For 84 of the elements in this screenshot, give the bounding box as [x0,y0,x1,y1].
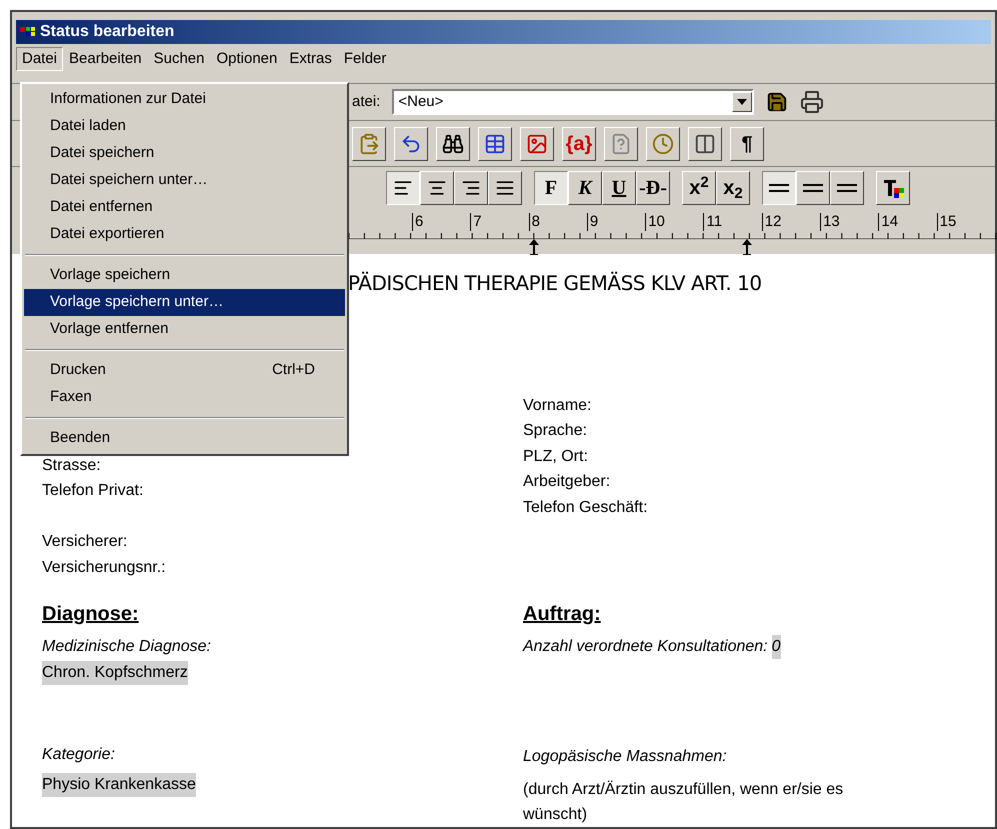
ruler-number: 7 [470,213,529,232]
ruler-number: 14 [878,213,937,232]
text-color-button[interactable] [876,171,910,206]
ruler-number: 9 [586,213,646,232]
format-button[interactable]: -Đ- [636,171,670,206]
menu-item[interactable]: Datei speichern [24,140,345,167]
field-label: Kategorie: [42,745,115,765]
clock-icon [652,132,674,155]
field-label: Anzahl verordnete Konsultationen: [523,637,768,657]
print-icon[interactable] [800,90,824,114]
ruler-number: 12 [762,213,820,232]
menu-title[interactable]: Extras [283,47,338,72]
toolbar-button[interactable] [688,126,722,161]
paste-icon [358,132,380,155]
menu-item[interactable]: Vorlage speichern [24,262,345,289]
file-dropdown[interactable]: <Neu> [392,89,754,116]
field-label: PLZ, Ort: [523,446,589,466]
toolbar-button[interactable] [394,126,428,161]
save-icon[interactable] [766,91,788,114]
field-label: Medizinische Diagnose: [42,637,211,657]
menu-item[interactable]: Vorlage entfernen [24,316,345,343]
ruler-number: 13 [820,213,878,232]
binoculars-icon [442,132,464,155]
menu-title[interactable]: Datei [16,47,64,72]
field-label: Telefon Privat: [42,481,144,501]
toolbar-button[interactable]: {a} [562,126,596,161]
field-label: Vorname: [523,396,592,416]
text-color-icon [882,177,904,200]
double-line-icon [836,183,858,194]
format-button[interactable]: x$_{2}$ [716,171,750,206]
field-label: Versicherungsnr.: [42,558,167,578]
table-icon [484,132,506,155]
menu-item[interactable]: Datei laden [24,113,345,140]
section-heading: Diagnose: [42,602,139,627]
toolbar-button[interactable] [646,126,680,161]
toolbar-button[interactable] [436,126,470,161]
field-label: Sprache: [523,421,588,441]
menu-item[interactable]: Faxen [24,384,345,411]
document-title: PÄDISCHEN THERAPIE GEMÄSS KLV ART. 10 [348,270,762,296]
menu-item[interactable]: Datei speichern unter… [24,167,345,194]
menu-item[interactable]: Datei entfernen [24,194,345,221]
field-value: 0 [772,635,781,659]
field-label: Telefon Geschäft: [523,498,649,518]
field-value: Physio Krankenkasse [42,773,196,797]
frames-icon [694,132,716,155]
toolbar-button[interactable] [520,126,554,161]
menu-item[interactable]: Datei exportieren [24,221,345,248]
format-button[interactable]: U [602,171,636,206]
double-line-icon [802,183,824,194]
menu-item[interactable]: Vorlage speichern unter… [24,289,345,316]
ruler-number: 6 [412,213,470,232]
ruler-number: 15 [936,213,995,232]
menu-item[interactable]: Drucken Ctrl+D [24,357,345,384]
shortcut-text: Ctrl+D [272,360,315,380]
menu-title[interactable]: Suchen [148,47,210,72]
note-text: (durch Arzt/Ärztin auszufüllen, wenn er/sie es wünscht) [523,780,844,825]
field-label: Logopäsische Massnahmen: [523,747,727,767]
menu-item[interactable]: Informationen zur Datei [24,86,345,113]
section-heading: Auftrag: [523,602,601,627]
toolbar-button[interactable]: ¶ [730,126,764,161]
toolbar-button[interactable] [478,126,512,161]
picture-icon [526,132,548,155]
ruler-number: 8 [528,213,587,232]
menu-title[interactable]: Felder [338,47,392,72]
align-button[interactable] [386,171,420,206]
format-button[interactable]: F [534,171,568,206]
ruler-number: 11 [703,213,762,232]
format-button[interactable]: x$^{2}$ [682,171,716,206]
menu-title[interactable]: Optionen [210,47,284,72]
toolbar-button[interactable] [352,126,386,161]
format-button[interactable]: K [568,171,602,206]
window-title: Status bearbeiten [40,22,174,42]
field-label: Versicherer: [42,532,128,552]
double-line-icon [768,183,790,194]
file-label: atei: [352,92,380,112]
menu-item[interactable]: Beenden [24,425,345,452]
line-spacing-button[interactable] [762,171,796,206]
field-label: Strasse: [42,456,102,476]
field-label: Arbeitgeber: [523,472,612,492]
menu-title[interactable]: Bearbeiten [63,47,148,72]
undo-icon [400,132,422,155]
field-value: Chron. Kopfschmerz [42,661,188,685]
ruler-number: 10 [645,213,704,232]
toolbar-button[interactable] [604,126,638,161]
